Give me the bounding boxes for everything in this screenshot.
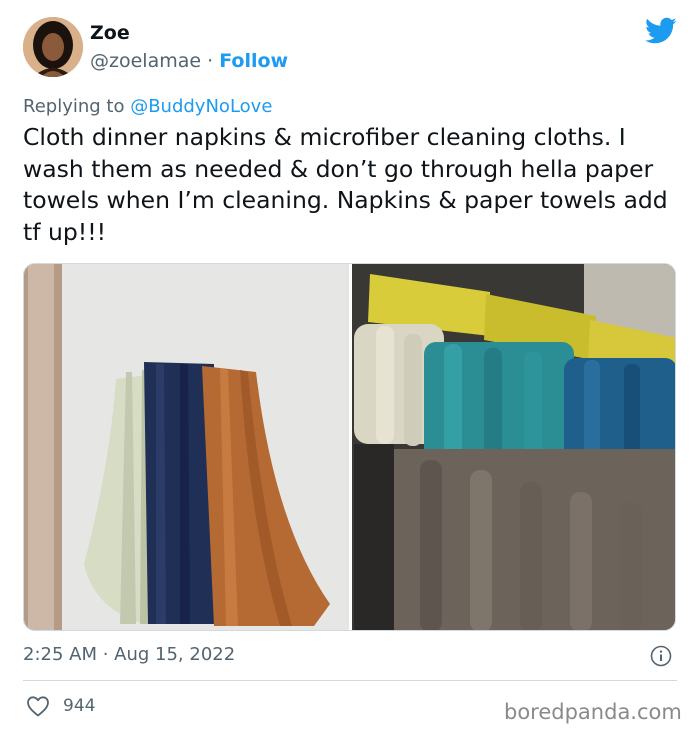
avatar-photo <box>23 17 83 77</box>
handle-row: @zoelamae · Follow <box>90 50 288 72</box>
info-icon[interactable] <box>650 645 672 667</box>
separator: · <box>207 50 214 72</box>
avatar[interactable] <box>23 17 83 77</box>
user-handle[interactable]: @zoelamae <box>90 50 201 72</box>
heart-icon[interactable] <box>26 695 50 717</box>
twitter-bird-icon[interactable] <box>645 17 677 45</box>
divider <box>23 680 677 681</box>
reply-mention-link[interactable]: @BuddyNoLove <box>130 96 272 117</box>
replying-to: Replying to @BuddyNoLove <box>23 96 272 117</box>
replying-prefix: Replying to <box>23 96 131 117</box>
watermark: boredpanda.com <box>504 700 682 724</box>
like-count: 944 <box>63 696 96 716</box>
media-photo <box>24 264 675 630</box>
tweet-text: Cloth dinner napkins & microfiber cleani… <box>23 123 668 246</box>
display-name[interactable]: Zoe <box>90 22 130 44</box>
follow-button[interactable]: Follow <box>219 50 288 72</box>
tweet-media[interactable] <box>23 263 676 631</box>
tweet-timestamp[interactable]: 2:25 AM · Aug 15, 2022 <box>23 644 235 665</box>
